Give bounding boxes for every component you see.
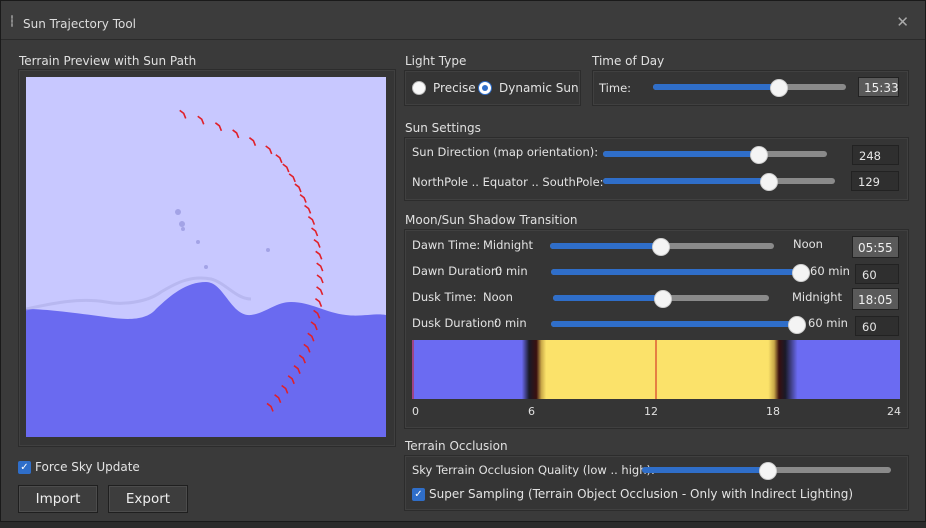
supersampling-checkbox[interactable]: ✓ (412, 488, 425, 501)
dawn-left-label: Midnight (483, 238, 533, 252)
dynamic-sun-radio[interactable] (478, 81, 492, 95)
dawn-duration-thumb[interactable] (792, 264, 810, 282)
time-slider-thumb[interactable] (769, 79, 788, 97)
transition-label: Moon/Sun Shadow Transition (405, 213, 578, 227)
dawn-time-slider[interactable] (550, 238, 774, 256)
quality-slider[interactable] (642, 462, 891, 480)
day-night-timeline (412, 340, 900, 399)
dawn-dur-right-label: 60 min (810, 264, 850, 278)
window-title: Sun Trajectory Tool (23, 17, 137, 31)
dusk-duration-slider[interactable] (551, 316, 806, 334)
timeline-tick-0: 0 (412, 405, 419, 418)
light-type-label: Light Type (405, 54, 467, 68)
preview-label: Terrain Preview with Sun Path (19, 54, 197, 68)
supersampling-label: Super Sampling (Terrain Object Occlusion… (429, 487, 854, 501)
time-value: 15:33 (858, 77, 899, 97)
time-label: Time: (599, 81, 632, 95)
force-sky-checkbox[interactable]: ✓ (18, 461, 31, 474)
dawn-duration-slider[interactable] (551, 264, 810, 282)
time-of-day-label: Time of Day (592, 54, 665, 68)
dusk-duration-thumb[interactable] (788, 316, 806, 334)
timeline-tick-12: 12 (644, 405, 658, 418)
sun-direction-slider[interactable] (603, 146, 827, 164)
quality-thumb[interactable] (758, 462, 777, 480)
force-sky-label: Force Sky Update (35, 460, 140, 474)
dusk-time-thumb[interactable] (654, 290, 673, 308)
dawn-time-value: 05:55 (852, 236, 899, 258)
dawn-duration-label: Dawn Duration: (412, 264, 503, 278)
dusk-dur-left-label: 0 min (494, 316, 527, 330)
dusk-dur-right-label: 60 min (808, 316, 848, 330)
quality-label: Sky Terrain Occlusion Quality (low .. hi… (412, 463, 655, 477)
precise-radio[interactable] (412, 81, 426, 95)
dusk-left-label: Noon (483, 290, 513, 304)
sun-direction-value[interactable]: 248 (852, 145, 899, 165)
dawn-duration-value[interactable]: 60 (855, 264, 899, 284)
time-slider[interactable] (653, 79, 846, 97)
export-button[interactable]: Export (108, 485, 188, 513)
dusk-time-value: 18:05 (852, 288, 899, 310)
dusk-time-label: Dusk Time: (412, 290, 477, 304)
timeline-tick-18: 18 (766, 405, 780, 418)
pole-label: NorthPole .. Equator .. SouthPole: (412, 175, 604, 189)
dawn-time-label: Dawn Time: (412, 238, 481, 252)
dawn-dur-left-label: 0 min (495, 264, 528, 278)
drag-grip-icon[interactable] (11, 15, 13, 27)
title-bar[interactable]: Sun Trajectory Tool ✕ (1, 1, 925, 40)
close-icon[interactable]: ✕ (896, 13, 909, 31)
terrain-preview (26, 77, 386, 437)
import-button[interactable]: Import (18, 485, 98, 513)
sun-settings-label: Sun Settings (405, 121, 481, 135)
timeline-tick-24: 24 (887, 405, 901, 418)
sun-direction-label: Sun Direction (map orientation): (412, 145, 599, 159)
dusk-time-slider[interactable] (553, 290, 769, 308)
dynamic-sun-label: Dynamic Sun (499, 81, 579, 95)
pole-value[interactable]: 129 (851, 171, 899, 191)
pole-thumb[interactable] (759, 173, 778, 191)
dusk-duration-label: Dusk Duration: (412, 316, 499, 330)
sun-direction-thumb[interactable] (749, 146, 768, 164)
occlusion-label: Terrain Occlusion (405, 439, 508, 453)
dawn-time-thumb[interactable] (651, 238, 670, 256)
dusk-duration-value[interactable]: 60 (855, 316, 899, 336)
dawn-right-label: Noon (793, 237, 823, 251)
timeline-tick-6: 6 (528, 405, 535, 418)
precise-label: Precise (433, 81, 476, 95)
dusk-right-label: Midnight (792, 290, 842, 304)
pole-slider[interactable] (603, 173, 835, 191)
